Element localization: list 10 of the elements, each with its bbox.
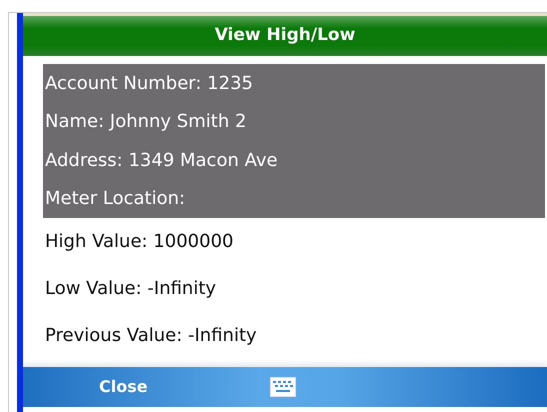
value-text: Previous Value: -Infinity [45,324,257,348]
value-text: High Value: 1000000 [45,230,234,254]
value-text: Low Value: -Infinity [45,277,216,301]
info-text: Meter Location: [45,187,186,212]
window-title: View High/Low [214,24,356,48]
close-button[interactable]: Close [95,373,152,401]
info-text: Address: 1349 Macon Ave [45,148,278,173]
keyboard-icon[interactable] [270,377,296,397]
info-text: Account Number: 1235 [45,72,253,96]
info-text: Name: Johnny Smith 2 [45,110,246,134]
